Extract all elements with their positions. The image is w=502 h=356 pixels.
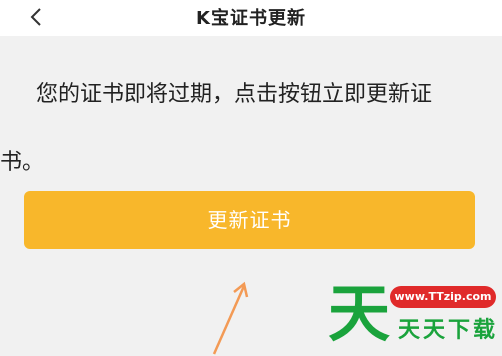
expiry-message: 您的证书即将过期，点击按钮立即更新证 书。 — [0, 61, 502, 197]
watermark-name: 天天下载 — [398, 318, 499, 343]
message-line-2: 书。 — [0, 150, 45, 175]
update-certificate-button[interactable]: 更新证书 — [24, 191, 475, 249]
watermark-url: www.TTzip.com — [390, 286, 496, 308]
watermark: 天 www.TTzip.com 天天下载 — [322, 277, 502, 354]
message-line-1: 您的证书即将过期，点击按钮立即更新证 — [36, 82, 433, 107]
page-title: K宝证书更新 — [196, 8, 306, 29]
pointer-arrow-icon — [212, 281, 249, 355]
watermark-logo: 天 — [328, 277, 391, 350]
nav-bar: K宝证书更新 — [0, 0, 502, 36]
